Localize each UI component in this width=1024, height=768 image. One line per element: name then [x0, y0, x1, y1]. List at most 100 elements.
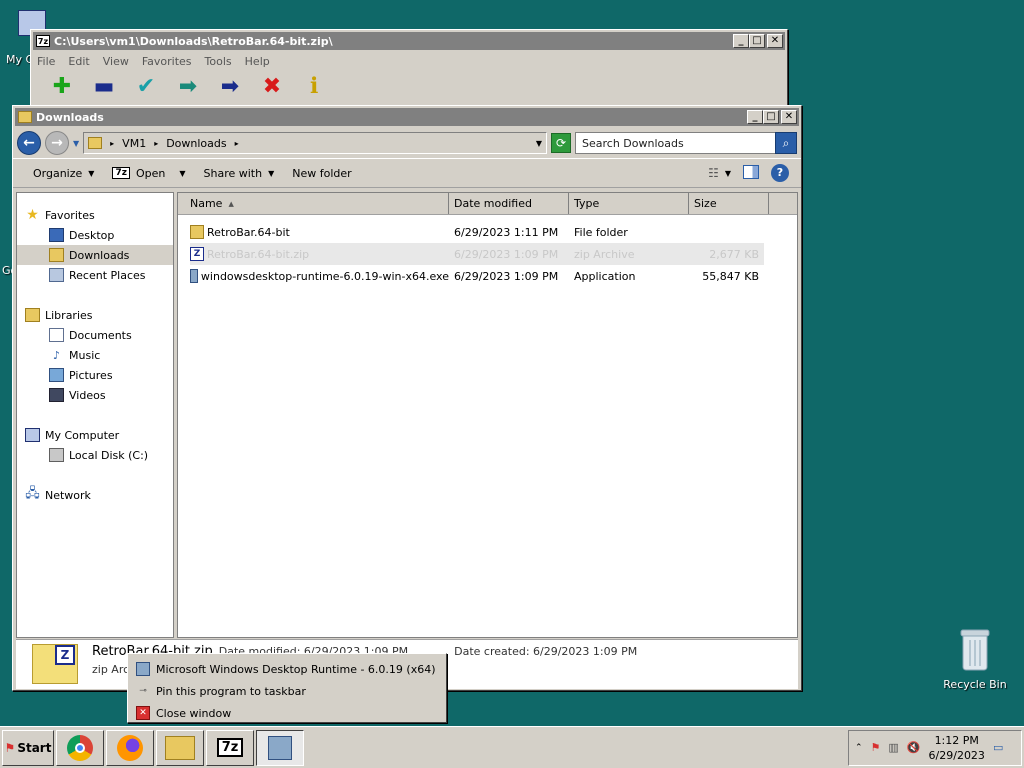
jump-list-pin-item[interactable]: ⊸ Pin this program to taskbar	[128, 680, 446, 702]
copy-button[interactable]: ➡	[167, 72, 209, 100]
nav-desktop[interactable]: Desktop	[17, 225, 173, 245]
action-center-icon[interactable]: ⚑	[871, 741, 881, 754]
nav-libraries[interactable]: Libraries	[17, 305, 173, 325]
sort-up-icon: ▲	[228, 199, 234, 208]
taskbar-installer[interactable]	[256, 729, 304, 766]
file-name: windowsdesktop-runtime-6.0.19-win-x64.ex…	[200, 269, 449, 283]
network-status-icon[interactable]: ▥	[888, 741, 898, 754]
organize-button[interactable]: Organize ▼	[29, 162, 98, 184]
explorer-content: ★ Favorites Desktop Downloads Recent Plac…	[16, 192, 798, 638]
nav-videos[interactable]: Videos	[17, 385, 173, 405]
show-hidden-icons-button[interactable]: ⌃	[855, 743, 863, 753]
jump-list-close-item[interactable]: ✕ Close window	[128, 702, 446, 724]
back-button[interactable]: ←	[17, 131, 41, 155]
installer-icon	[136, 662, 150, 676]
nav-label: Recent Places	[69, 268, 146, 282]
breadcrumb-separator[interactable]: ▸	[235, 139, 239, 148]
view-list-icon: ☷	[708, 166, 719, 180]
zip-archive-icon: Z	[32, 644, 78, 684]
desktop-icon-recycle-bin[interactable]: Recycle Bin	[940, 626, 1010, 691]
breadcrumb-vm1[interactable]: VM1	[122, 137, 146, 150]
chevron-down-icon: ▼	[88, 168, 95, 178]
column-header-type[interactable]: Type	[569, 193, 689, 214]
extract-button[interactable]: ▬	[83, 72, 125, 100]
nav-network[interactable]: 🖧 Network	[17, 485, 173, 505]
nav-recent-places[interactable]: Recent Places	[17, 265, 173, 285]
help-button[interactable]: ?	[771, 164, 789, 182]
volume-muted-icon[interactable]: 🔇	[907, 741, 921, 754]
start-button[interactable]: ⚑ Start	[2, 729, 54, 766]
forward-button[interactable]: →	[45, 131, 69, 155]
view-options-button[interactable]: ☷ ▼	[708, 166, 731, 180]
add-button[interactable]: ✚	[41, 72, 83, 100]
taskbar-explorer[interactable]	[156, 729, 204, 766]
music-icon: ♪	[52, 348, 61, 362]
file-row[interactable]: RetroBar.64-bit 6/29/2023 1:11 PM File f…	[190, 221, 764, 243]
column-header-size[interactable]: Size	[689, 193, 769, 214]
recent-pages-dropdown[interactable]: ▼	[73, 139, 79, 148]
share-with-button[interactable]: Share with ▼	[200, 162, 279, 184]
close-button[interactable]: ✕	[767, 34, 783, 48]
file-row[interactable]: windowsdesktop-runtime-6.0.19-win-x64.ex…	[190, 265, 764, 287]
nav-label: Network	[45, 488, 91, 502]
info-button[interactable]: ℹ	[293, 72, 335, 100]
explorer-window: Downloads _ □ ✕ ← → ▼ ▸ VM1 ▸ Downloads …	[12, 105, 802, 691]
minimize-button[interactable]: _	[747, 110, 763, 124]
move-button[interactable]: ➡	[209, 72, 251, 100]
menu-help[interactable]: Help	[245, 55, 270, 68]
nav-pictures[interactable]: Pictures	[17, 365, 173, 385]
sevenzip-titlebar[interactable]: 7z C:\Users\vm1\Downloads\RetroBar.64-bi…	[33, 32, 785, 50]
nav-local-disk[interactable]: Local Disk (C:)	[17, 445, 173, 465]
chevron-down-icon: ▼	[179, 168, 186, 178]
column-header-name[interactable]: Name ▲	[178, 193, 449, 214]
arrow-left-icon: ←	[23, 135, 35, 151]
nav-downloads[interactable]: Downloads	[17, 245, 173, 265]
search-input[interactable]: Search Downloads ⌕	[575, 132, 797, 154]
open-button[interactable]: 7z Open ▼	[108, 162, 189, 184]
refresh-button[interactable]: ⟳	[551, 133, 571, 153]
address-bar[interactable]: ▸ VM1 ▸ Downloads ▸ ▼	[83, 132, 547, 154]
documents-icon	[49, 328, 64, 342]
recent-places-icon	[49, 268, 64, 282]
refresh-icon: ⟳	[555, 136, 567, 150]
taskbar-7zip[interactable]: 7z	[206, 729, 254, 766]
menu-file[interactable]: File	[37, 55, 55, 68]
nav-favorites[interactable]: ★ Favorites	[17, 205, 173, 225]
column-label: Size	[694, 197, 717, 210]
videos-icon	[49, 388, 64, 402]
menu-favorites[interactable]: Favorites	[142, 55, 192, 68]
search-button[interactable]: ⌕	[775, 132, 797, 154]
column-label: Name	[190, 197, 223, 210]
taskbar-firefox[interactable]	[106, 729, 154, 766]
breadcrumb-downloads[interactable]: Downloads	[166, 137, 226, 150]
file-row[interactable]: Z RetroBar.64-bit.zip 6/29/2023 1:09 PM z…	[190, 243, 764, 265]
menu-tools[interactable]: Tools	[205, 55, 232, 68]
new-folder-button[interactable]: New folder	[288, 162, 355, 184]
nav-documents[interactable]: Documents	[17, 325, 173, 345]
nav-music[interactable]: ♪ Music	[17, 345, 173, 365]
sevenzip-window: 7z C:\Users\vm1\Downloads\RetroBar.64-bi…	[30, 29, 788, 109]
add-icon: ✚	[52, 73, 72, 99]
show-desktop-icon[interactable]: ▭	[993, 741, 1003, 754]
taskbar-chrome[interactable]	[56, 729, 104, 766]
breadcrumb-separator[interactable]: ▸	[110, 139, 114, 148]
address-dropdown[interactable]: ▼	[536, 139, 542, 148]
maximize-button[interactable]: □	[763, 110, 779, 124]
maximize-button[interactable]: □	[749, 34, 765, 48]
explorer-titlebar[interactable]: Downloads _ □ ✕	[15, 108, 799, 126]
preview-pane-button[interactable]	[743, 164, 759, 182]
jump-list-app-item[interactable]: Microsoft Windows Desktop Runtime - 6.0.…	[128, 658, 446, 680]
minimize-button[interactable]: _	[733, 34, 749, 48]
column-header-date[interactable]: Date modified	[449, 193, 569, 214]
close-button[interactable]: ✕	[781, 110, 797, 124]
breadcrumb-separator[interactable]: ▸	[154, 139, 158, 148]
file-date: 6/29/2023 1:11 PM	[454, 225, 559, 239]
drive-icon	[49, 448, 64, 462]
nav-my-computer[interactable]: My Computer	[17, 425, 173, 445]
desktop-icon-my-computer[interactable]: My C	[0, 10, 46, 66]
menu-view[interactable]: View	[103, 55, 129, 68]
test-button[interactable]: ✔	[125, 72, 167, 100]
delete-button[interactable]: ✖	[251, 72, 293, 100]
clock[interactable]: 1:12 PM 6/29/2023	[929, 733, 985, 763]
menu-edit[interactable]: Edit	[68, 55, 89, 68]
